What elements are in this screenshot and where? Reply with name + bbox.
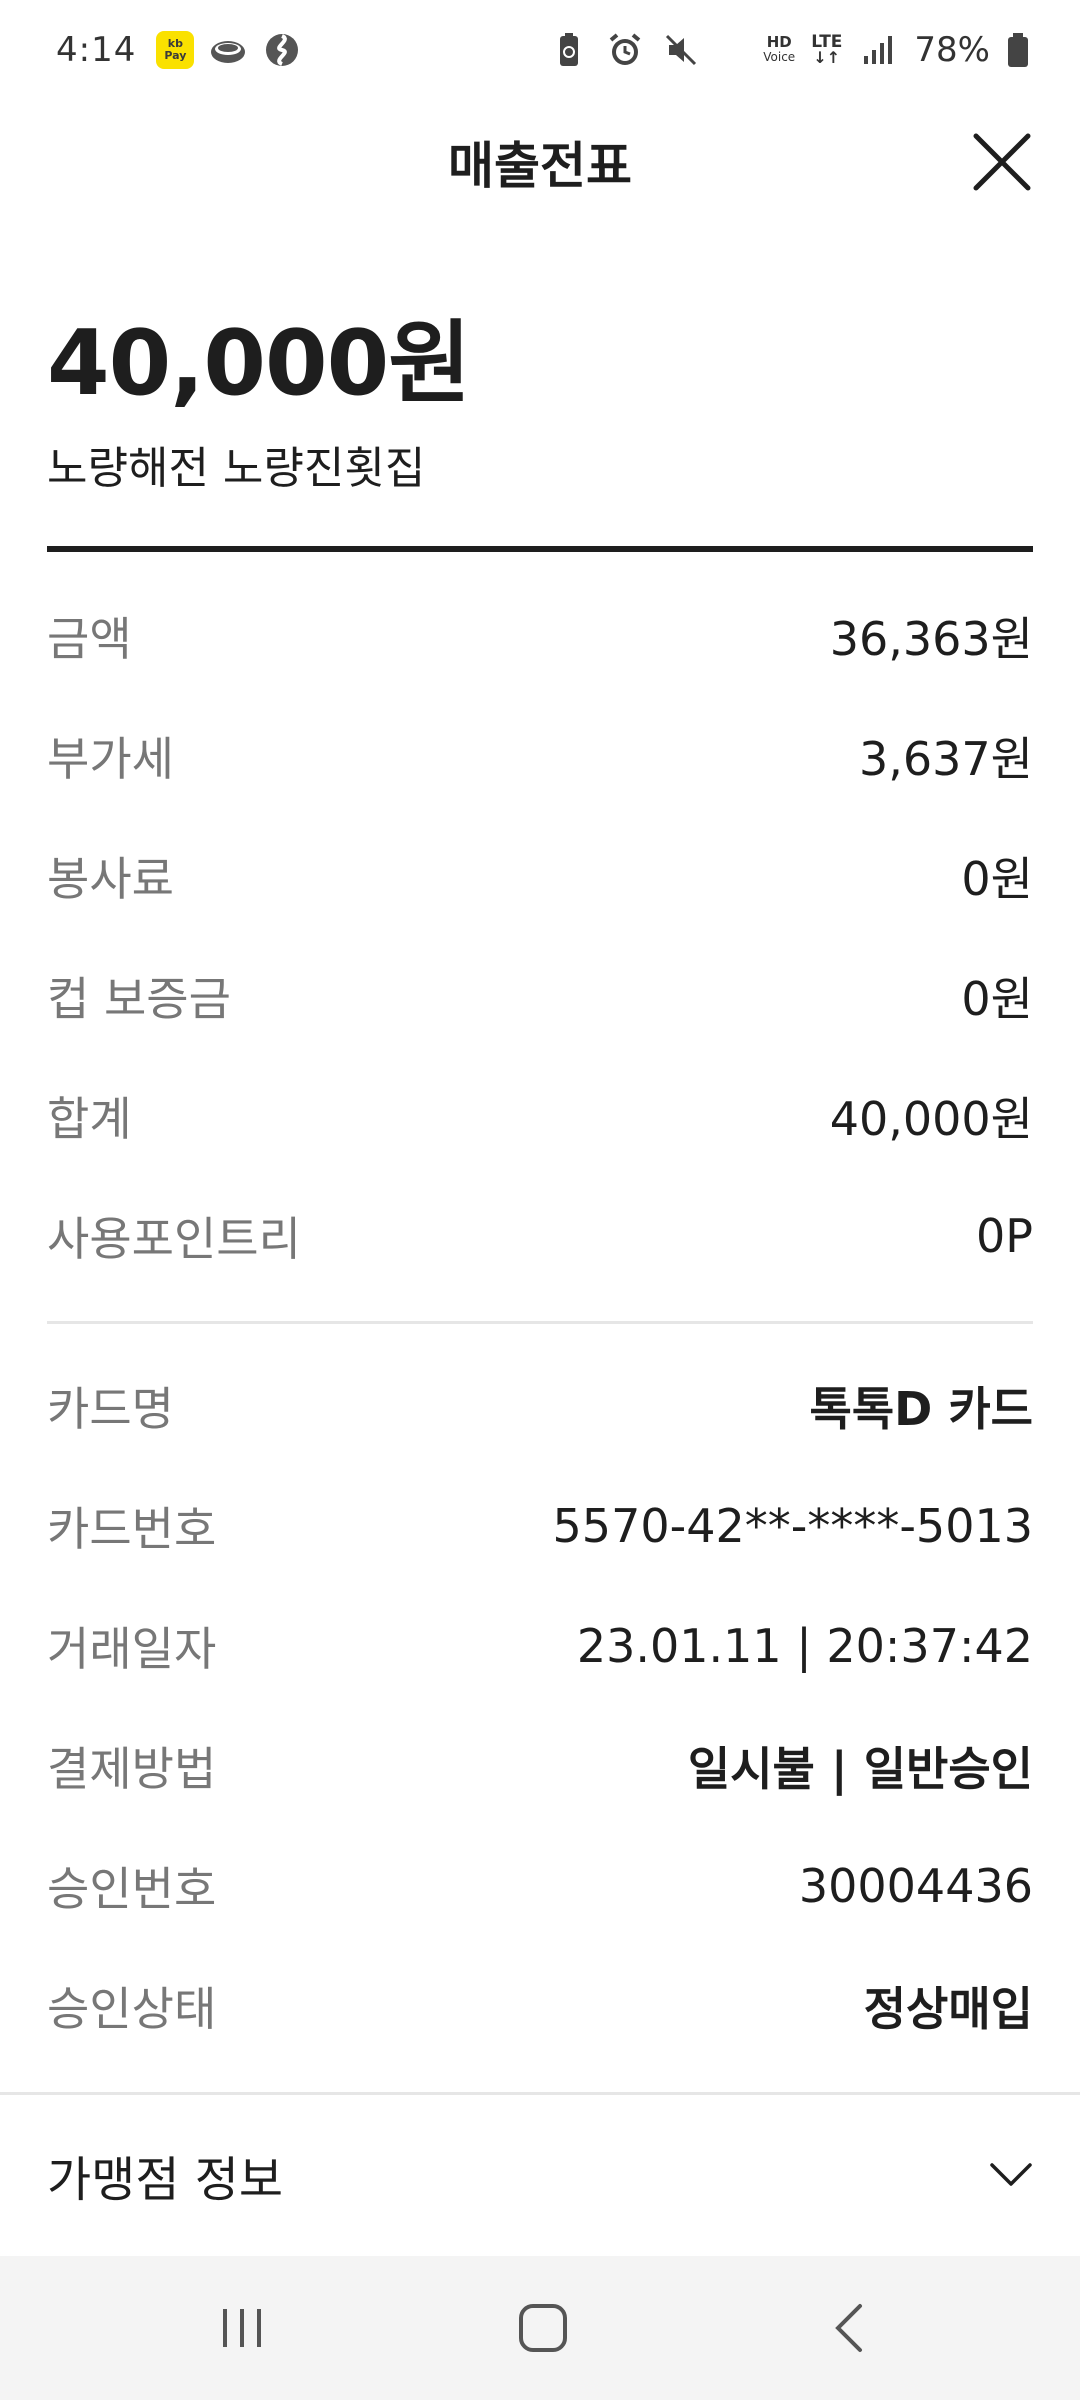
merchant-name: 노량해전 노량진횟집 [47,443,426,494]
merchant-info-toggle[interactable]: 가맹점 정보 [0,2095,1080,2255]
mute-icon [666,34,697,66]
row-value: 톡톡D 카드 [809,1382,1033,1436]
total-amount: 40,000원 [47,311,471,416]
row-label: 부가세 [47,732,174,786]
detail-row-card-number: 카드번호 5570-42**-****-5013 [47,1466,1033,1586]
row-value: 0원 [961,972,1033,1026]
recent-apps-button[interactable] [197,2296,287,2360]
row-label: 승인상태 [47,1982,217,2036]
row-value: 0원 [961,852,1033,906]
detail-row-approval-status: 승인상태 정상매입 [47,1946,1033,2066]
detail-row-approval-number: 승인번호 30004436 [47,1826,1033,1946]
battery-saver-icon [560,33,579,66]
detail-row-vat: 부가세 3,637원 [47,696,1033,816]
detail-row-cup-deposit: 컵 보증금 0원 [47,936,1033,1056]
row-label: 컵 보증금 [47,972,231,1026]
row-value: 30004436 [798,1859,1033,1913]
status-right: HD Voice LTE ↓↑ 78% [549,30,1030,70]
battery-icon [1008,33,1028,67]
status-left: 4:14 kb Pay [56,30,302,70]
hd-voice-icon: HD Voice [763,35,795,65]
row-value: 3,637원 [858,732,1033,786]
row-value: 40,000원 [829,1092,1033,1146]
row-label: 카드명 [47,1382,174,1436]
alarm-icon [609,33,641,65]
home-icon [519,2304,567,2352]
page-title: 매출전표 [448,137,632,195]
row-value: 36,363원 [829,612,1033,666]
detail-row-transaction-date: 거래일자 23.01.11 | 20:37:42 [47,1586,1033,1706]
pay-badge-bottom: Pay [164,49,187,62]
chevron-down-icon [990,2163,1032,2186]
system-nav-bar [0,2256,1080,2400]
lte-arrows: ↓↑ [813,48,841,67]
close-icon[interactable] [970,130,1034,194]
row-value: 23.01.11 | 20:37:42 [576,1619,1033,1673]
amount-details: 금액 36,363원 부가세 3,637원 봉사료 0원 컵 보증금 0원 합계… [47,576,1033,1296]
status-bar: 4:14 kb Pay HD Voice LTE ↓↑ 78% [0,0,1080,100]
back-button[interactable] [803,2296,893,2360]
detail-row-card-name: 카드명 톡톡D 카드 [47,1346,1033,1466]
kakaopay-icon: kb Pay [156,31,195,69]
detail-row-points: 사용포인트리 0P [47,1176,1033,1296]
merchant-info-label: 가맹점 정보 [47,2152,284,2208]
home-button[interactable] [498,2296,588,2360]
card-details: 카드명 톡톡D 카드 카드번호 5570-42**-****-5013 거래일자… [47,1346,1033,2066]
section-divider-thick [47,546,1033,552]
row-label: 합계 [47,1092,132,1146]
back-icon [835,2304,862,2352]
row-value: 0P [975,1209,1033,1263]
hd-line2: Voice [763,50,796,64]
row-label: 카드번호 [47,1502,217,1556]
detail-row-payment-method: 결제방법 일시불 | 일반승인 [47,1706,1033,1826]
section-divider [47,1321,1033,1324]
recent-apps-icon [223,2309,261,2347]
battery-percent: 78% [914,30,990,70]
row-label: 봉사료 [47,852,174,906]
lte-icon: LTE ↓↑ [811,34,842,66]
detail-row-amount: 금액 36,363원 [47,576,1033,696]
row-label: 금액 [47,612,132,666]
swirl-app-icon [266,34,299,66]
shell-app-icon [211,41,246,63]
header: 매출전표 [0,100,1080,220]
status-time: 4:14 [56,30,137,70]
detail-row-total: 합계 40,000원 [47,1056,1033,1176]
row-label: 거래일자 [47,1622,217,1676]
row-value: 5570-42**-****-5013 [552,1499,1033,1553]
row-value: 일시불 | 일반승인 [687,1742,1033,1796]
hd-line1: HD [766,33,792,51]
row-label: 결제방법 [47,1742,217,1796]
row-label: 사용포인트리 [47,1212,301,1266]
detail-row-service-fee: 봉사료 0원 [47,816,1033,936]
row-value: 정상매입 [863,1982,1033,2036]
row-label: 승인번호 [47,1862,217,1916]
signal-icon [864,36,893,64]
